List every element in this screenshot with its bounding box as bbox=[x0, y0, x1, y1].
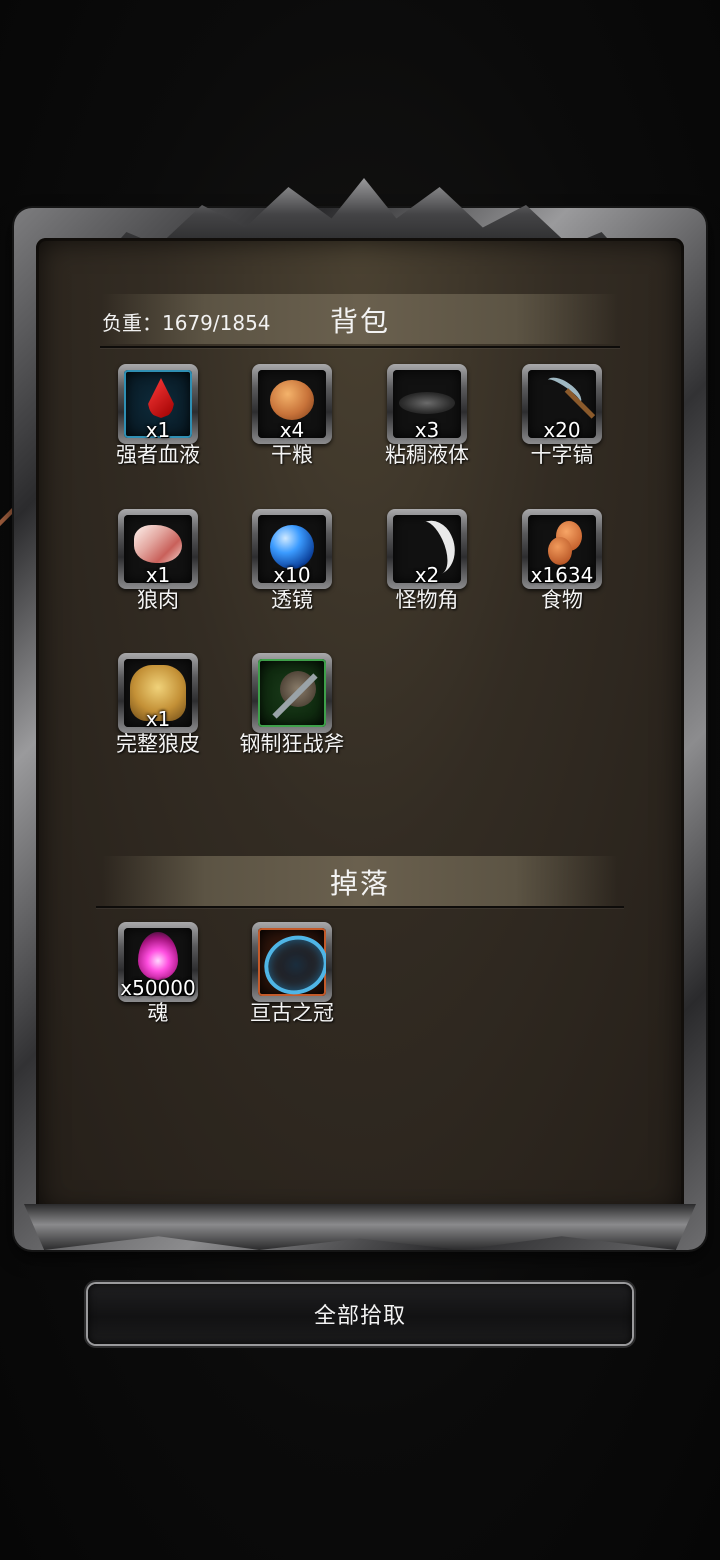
drop-divider bbox=[96, 906, 624, 908]
item-name: 食物 bbox=[541, 588, 583, 612]
item-slot[interactable]: x4 干粮 bbox=[227, 364, 357, 474]
bread-icon bbox=[270, 380, 314, 420]
backpack-divider bbox=[100, 346, 620, 348]
item-slot[interactable]: x1 完整狼皮 bbox=[93, 653, 223, 763]
item-slot[interactable]: x1 强者血液 bbox=[93, 364, 223, 474]
ancient-crown-icon bbox=[258, 928, 326, 996]
item-slot[interactable]: x3 粘稠液体 bbox=[362, 364, 492, 474]
item-slot[interactable]: 钢制狂战斧 bbox=[227, 653, 357, 763]
food-icon bbox=[542, 521, 582, 567]
item-name: 钢制狂战斧 bbox=[239, 732, 345, 756]
item-slot[interactable]: x2 怪物角 bbox=[362, 509, 492, 619]
item-frame bbox=[252, 922, 332, 1002]
berserker-axe-icon bbox=[262, 665, 322, 721]
item-frame bbox=[252, 653, 332, 733]
pick-all-button[interactable]: 全部拾取 bbox=[88, 1284, 632, 1344]
drop-title: 掉落 bbox=[329, 867, 390, 900]
weight-label: 负重：1679/1854 bbox=[102, 311, 271, 335]
item-slot[interactable]: x10 透镜 bbox=[227, 509, 357, 619]
item-slot[interactable]: x20 十字镐 bbox=[497, 364, 627, 474]
blood-drop-icon bbox=[148, 378, 174, 418]
pick-all-label: 全部拾取 bbox=[313, 1304, 406, 1329]
drop-item-slot[interactable]: 亘古之冠 bbox=[227, 922, 357, 1032]
item-name: 十字镐 bbox=[530, 443, 594, 467]
item-name: 亘古之冠 bbox=[250, 1001, 334, 1025]
sticky-liquid-icon bbox=[399, 392, 455, 414]
drop-header-band: 掉落 bbox=[102, 856, 618, 906]
drop-item-slot[interactable]: x50000 魂 bbox=[93, 922, 223, 1032]
item-slot[interactable]: x1 狼肉 bbox=[93, 509, 223, 619]
wolf-meat-icon bbox=[134, 525, 182, 563]
item-slot[interactable]: x1634 食物 bbox=[497, 509, 627, 619]
soul-icon bbox=[138, 932, 178, 980]
